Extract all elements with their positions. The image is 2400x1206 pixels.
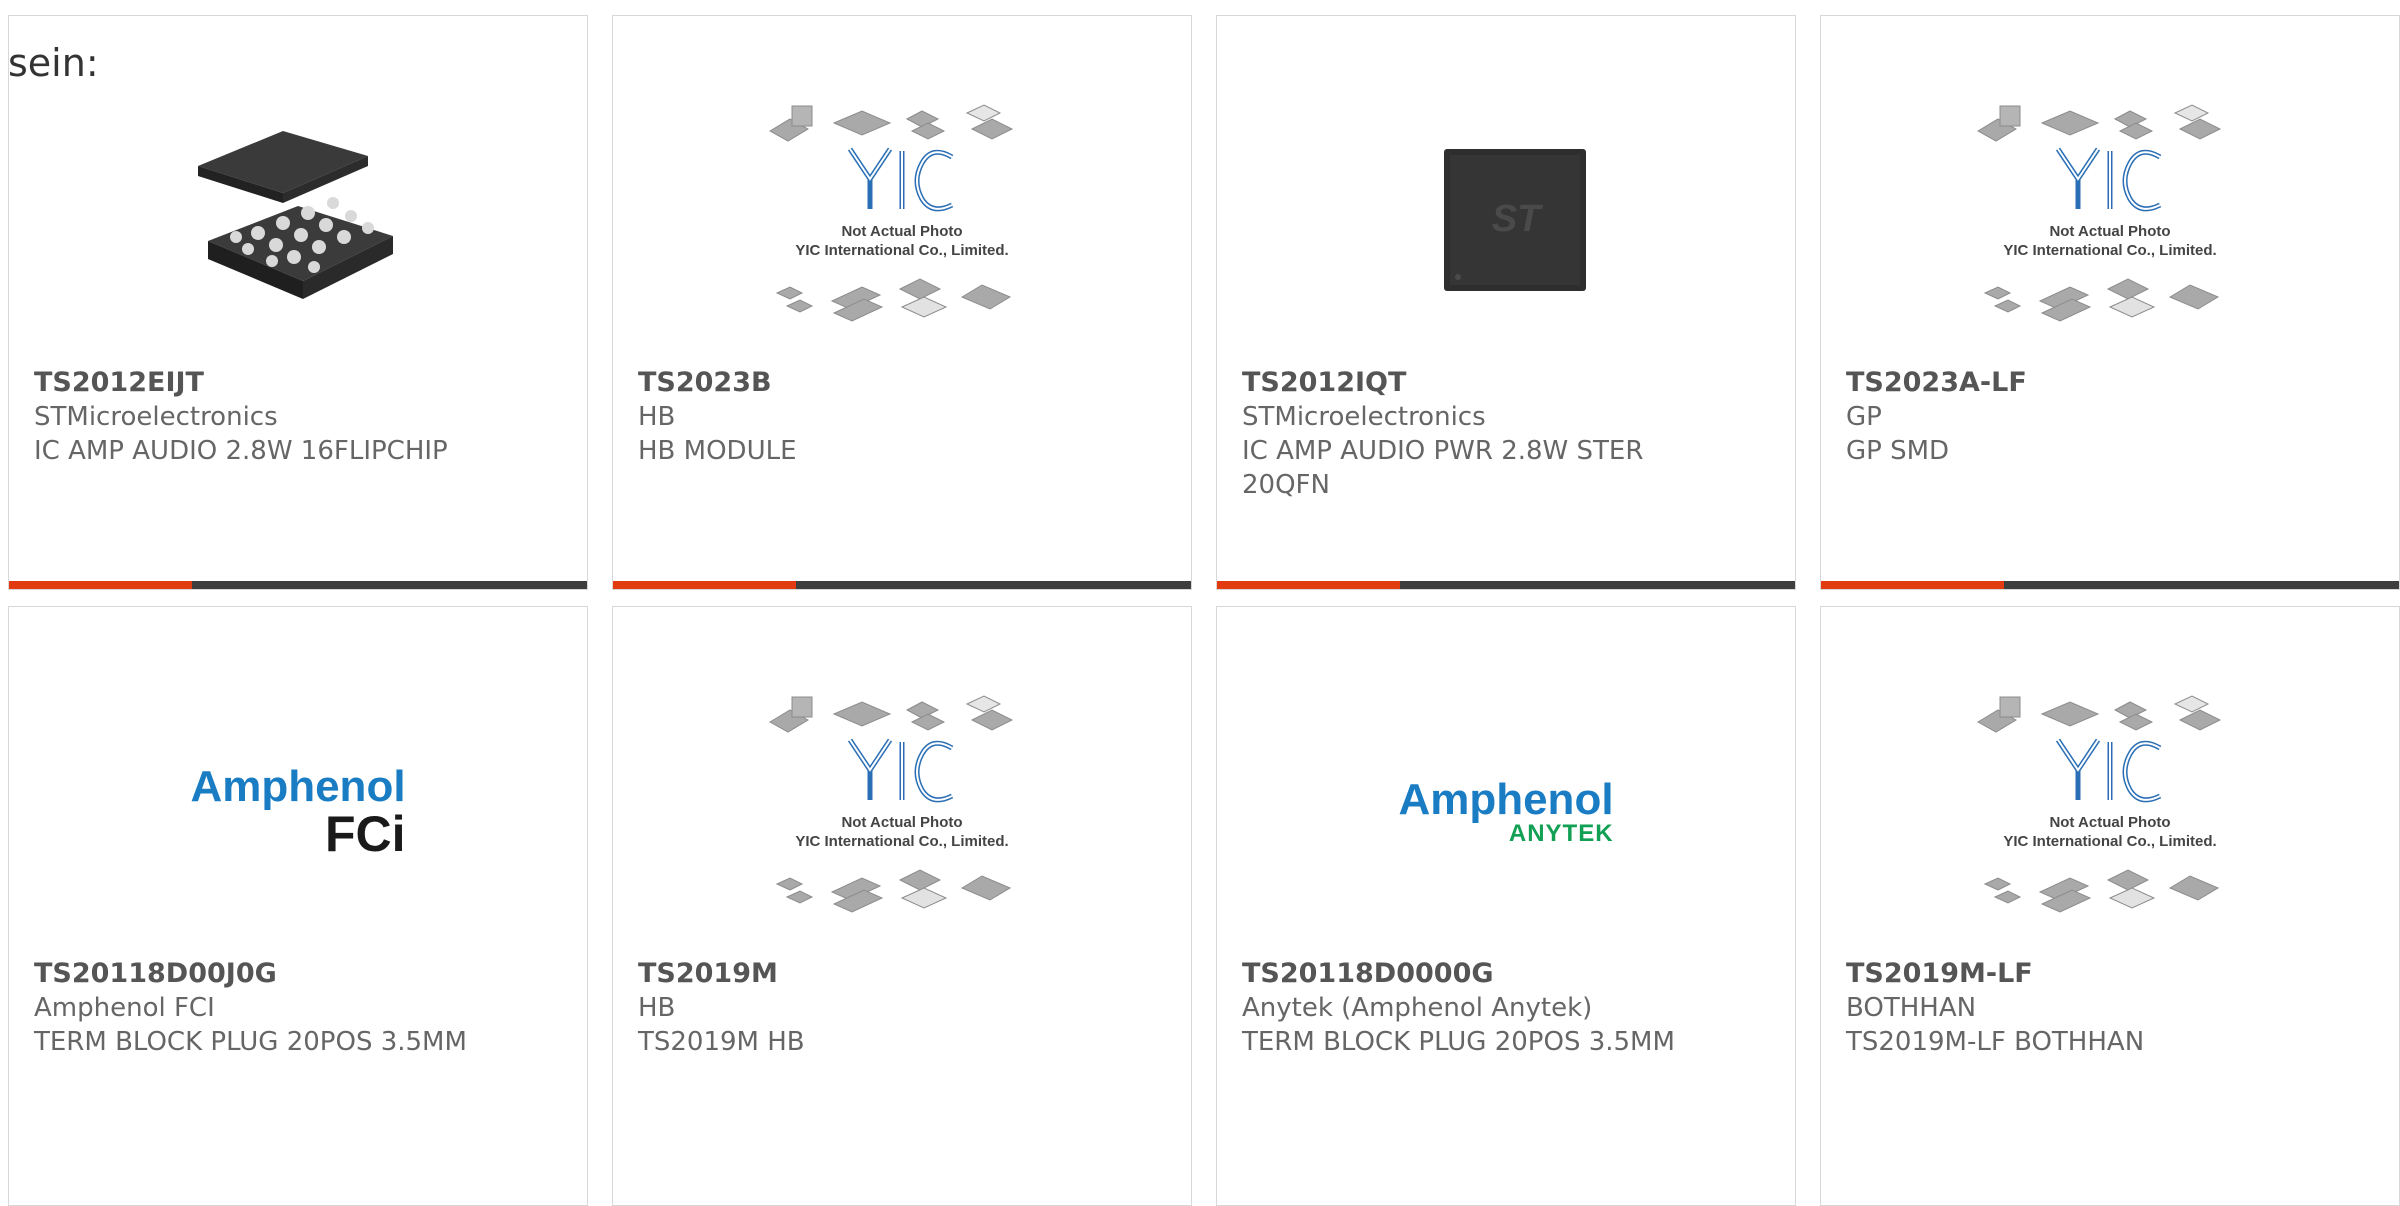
product-info: TS2019M HB TS2019M HB xyxy=(638,957,1166,1059)
product-manufacturer: GP xyxy=(1846,402,1882,432)
card-progress-bar xyxy=(1217,581,1795,589)
product-manufacturer: HB xyxy=(638,993,676,1023)
product-info: TS2019M-LF BOTHHAN TS2019M-LF BOTHHAN xyxy=(1846,957,2374,1059)
svg-text:YIC International Co., Limited: YIC International Co., Limited. xyxy=(795,242,1008,259)
svg-text:Not Actual Photo: Not Actual Photo xyxy=(2049,223,2170,240)
product-card[interactable]: ST TS2012IQT STMicroelectronics IC AMP AUD… xyxy=(1216,15,1796,590)
svg-text:YIC International Co., Limited: YIC International Co., Limited. xyxy=(2003,833,2216,850)
product-description: HB MODULE xyxy=(638,436,797,466)
product-description: TS2019M HB xyxy=(638,1027,805,1057)
product-manufacturer: BOTHHAN xyxy=(1846,993,1977,1023)
product-manufacturer: Anytek (Amphenol Anytek) xyxy=(1242,993,1593,1023)
product-part-number[interactable]: TS2023A-LF xyxy=(1846,366,2374,400)
card-progress-bar xyxy=(613,581,1191,589)
svg-text:Not Actual Photo: Not Actual Photo xyxy=(841,223,962,240)
card-progress-accent xyxy=(613,581,796,589)
product-card[interactable]: Not Actual Photo YIC International Co., … xyxy=(1820,606,2400,1206)
product-description: TERM BLOCK PLUG 20POS 3.5MM xyxy=(34,1027,467,1057)
qfn-ic-image: ST xyxy=(1444,149,1586,291)
amphenol-fci-logo: Amphenol FCi xyxy=(190,762,406,862)
yic-placeholder-image: Not Actual Photo YIC International Co., … xyxy=(1977,104,2222,322)
product-part-number[interactable]: TS2023B xyxy=(638,366,1166,400)
product-manufacturer: HB xyxy=(638,402,676,432)
product-part-number[interactable]: TS2019M-LF xyxy=(1846,957,2374,991)
svg-text:Not Actual Photo: Not Actual Photo xyxy=(2049,814,2170,831)
card-progress-bar xyxy=(1821,581,2399,589)
product-manufacturer: STMicroelectronics xyxy=(1242,402,1486,432)
flipchip-ic-image xyxy=(198,131,393,299)
product-part-number[interactable]: TS2012EIJT xyxy=(34,366,562,400)
product-part-number[interactable]: TS2012IQT xyxy=(1242,366,1770,400)
product-part-number[interactable]: TS2019M xyxy=(638,957,1166,991)
card-progress-accent xyxy=(9,581,192,589)
svg-text:YIC International Co., Limited: YIC International Co., Limited. xyxy=(795,833,1008,850)
product-manufacturer: STMicroelectronics xyxy=(34,402,278,432)
product-description: IC AMP AUDIO 2.8W 16FLIPCHIP xyxy=(34,436,448,466)
product-part-number[interactable]: TS20118D0000G xyxy=(1242,957,1770,991)
card-progress-bar xyxy=(9,581,587,589)
product-description: IC AMP AUDIO PWR 2.8W STER 20QFN xyxy=(1242,436,1644,500)
amphenol-anytek-logo: Amphenol ANYTEK xyxy=(1398,775,1614,847)
card-progress-accent xyxy=(1217,581,1400,589)
yic-placeholder-image: Not Actual Photo YIC International Co., … xyxy=(769,695,1014,913)
product-description: TS2019M-LF BOTHHAN xyxy=(1846,1027,2145,1057)
product-info: TS20118D0000G Anytek (Amphenol Anytek) TER… xyxy=(1242,957,1770,1059)
yic-placeholder-image: Not Actual Photo YIC International Co., … xyxy=(1977,695,2222,913)
intro-text: sein: xyxy=(8,41,99,85)
product-card[interactable]: Amphenol ANYTEK TS20118D0000G Anytek (Amp… xyxy=(1216,606,1796,1206)
product-info: TS20118D00J0G Amphenol FCI TERM BLOCK PLUG… xyxy=(34,957,562,1059)
product-info: TS2012EIJT STMicroelectronics IC AMP AUDIO… xyxy=(34,366,562,468)
product-card[interactable]: Not Actual Photo YIC International Co., … xyxy=(612,606,1192,1206)
product-card[interactable]: Not Actual Photo YIC International Co., … xyxy=(1820,15,2400,590)
yic-placeholder-image: Not Actual Photo YIC International Co., … xyxy=(769,104,1014,322)
svg-text:YIC International Co., Limited: YIC International Co., Limited. xyxy=(2003,242,2216,259)
product-description: TERM BLOCK PLUG 20POS 3.5MM xyxy=(1242,1027,1675,1057)
card-progress-accent xyxy=(1821,581,2004,589)
product-manufacturer: Amphenol FCI xyxy=(34,993,215,1023)
svg-text:Not Actual Photo: Not Actual Photo xyxy=(841,814,962,831)
product-card[interactable]: Amphenol FCi TS20118D00J0G Amphenol FCI TE… xyxy=(8,606,588,1206)
product-card[interactable]: Not Actual Photo YIC International Co., … xyxy=(612,15,1192,590)
product-part-number[interactable]: TS20118D00J0G xyxy=(34,957,562,991)
product-info: TS2023A-LF GP GP SMD xyxy=(1846,366,2374,468)
product-info: TS2023B HB HB MODULE xyxy=(638,366,1166,468)
product-description: GP SMD xyxy=(1846,436,1950,466)
product-info: TS2012IQT STMicroelectronics IC AMP AUDIO … xyxy=(1242,366,1770,502)
svg-text:ST: ST xyxy=(1492,198,1543,240)
product-card[interactable]: TS2012EIJT STMicroelectronics IC AMP AUDIO… xyxy=(8,15,588,590)
